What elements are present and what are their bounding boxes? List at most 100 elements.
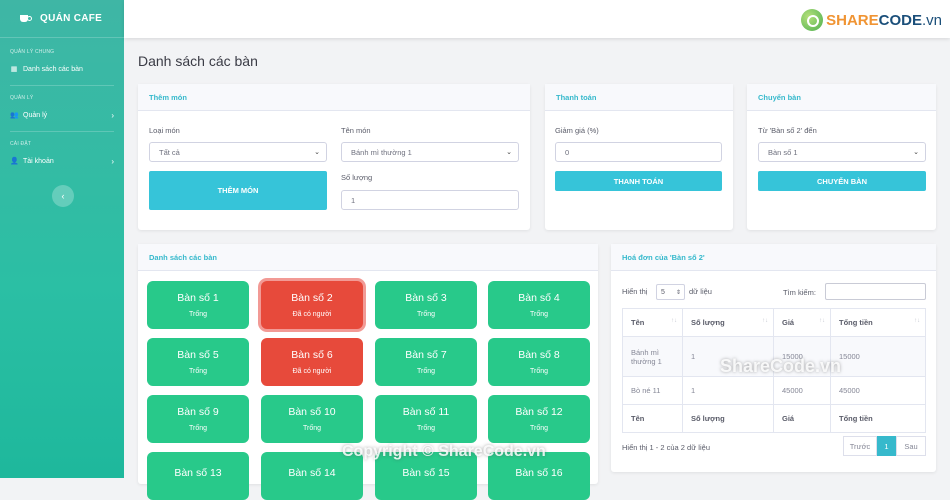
table-button[interactable]: Bàn số 9 Trống xyxy=(147,395,249,443)
logo-icon xyxy=(801,9,824,31)
search-input[interactable] xyxy=(825,283,926,300)
watermark-center: ShareCode.vn xyxy=(720,356,842,376)
table-status: Trống xyxy=(302,425,322,432)
table-name: Bàn số 12 xyxy=(515,406,563,418)
topbar: SHARE CODE .vn xyxy=(124,0,950,38)
sidebar: QUÁN CAFE QUẢN LÝ CHUNG ▦ Danh sách các b… xyxy=(0,0,124,478)
table-name: Bàn số 2 xyxy=(291,292,333,304)
sort-icon: ↑↓ xyxy=(762,318,768,324)
page-title: Danh sách các bàn xyxy=(138,53,258,69)
table-button[interactable]: Bàn số 5 Trống xyxy=(147,338,249,386)
label-quantity: Số lượng xyxy=(341,173,373,182)
label-item-type: Loại món xyxy=(149,126,180,135)
add-item-button[interactable]: THÊM MÓN xyxy=(149,171,327,210)
table-status: Đã có người xyxy=(292,368,332,375)
cell-price: 45000 xyxy=(773,376,831,405)
card-title: Hoá đơn của 'Bàn số 2' xyxy=(611,244,936,271)
discount-input[interactable]: 0 xyxy=(555,142,722,162)
header-label: Tổng tiền xyxy=(839,318,873,327)
show-label: Hiển thị xyxy=(622,287,648,296)
table-button[interactable]: Bàn số 3 Trống xyxy=(375,281,477,329)
sharecode-logo: SHARE CODE .vn xyxy=(801,9,942,31)
card-title: Thanh toán xyxy=(545,84,733,111)
sidebar-toggle-button[interactable]: ‹ xyxy=(52,185,74,207)
chevron-right-icon: › xyxy=(111,156,114,166)
table-button[interactable]: Bàn số 11 Trống xyxy=(375,395,477,443)
table-button[interactable]: Bàn số 7 Trống xyxy=(375,338,477,386)
table-status: Đã có người xyxy=(292,311,332,318)
users-icon: 👥 xyxy=(10,112,19,119)
table-name: Bàn số 1 xyxy=(177,292,219,304)
section-label-manage: QUẢN LÝ xyxy=(10,95,34,101)
section-label-general: QUẢN LÝ CHUNG xyxy=(10,49,55,55)
chevron-updown-icon: ⇕ xyxy=(675,289,681,296)
brand-label: QUÁN CAFE xyxy=(40,13,103,24)
table-name: Bàn số 4 xyxy=(518,292,560,304)
table-icon: ▦ xyxy=(10,66,18,73)
cell-name: Bò né 11 xyxy=(622,376,683,405)
table-name: Bàn số 10 xyxy=(288,406,336,418)
sidebar-item-label: Tài khoản xyxy=(23,157,54,165)
table-button[interactable]: Bàn số 10 Trống xyxy=(261,395,363,443)
table-button[interactable]: Bàn số 12 Trống xyxy=(488,395,590,443)
search-label: Tìm kiếm: xyxy=(783,288,816,297)
cell-total: 45000 xyxy=(830,376,926,405)
label-move-from: Từ 'Bàn số 2' đến xyxy=(758,126,817,135)
logo-text-tld: .vn xyxy=(921,11,942,29)
table-button[interactable]: Bàn số 8 Trống xyxy=(488,338,590,386)
label-discount: Giảm giá (%) xyxy=(555,126,599,135)
table-status: Trống xyxy=(188,368,208,375)
select-value: Bàn số 1 xyxy=(768,147,798,157)
section-label-settings: CÀI ĐẶT xyxy=(10,141,32,147)
footer-qty: Số lượng xyxy=(682,404,774,433)
footer-price: Giá xyxy=(773,404,831,433)
quantity-input[interactable]: 1 xyxy=(341,190,519,210)
select-value: Bánh mì thường 1 xyxy=(351,147,412,157)
table-button[interactable]: Bàn số 2 Đã có người xyxy=(261,281,363,329)
table-status: Trống xyxy=(416,311,436,318)
chevron-left-icon: ‹ xyxy=(61,191,65,201)
table-name: Bàn số 13 xyxy=(174,466,222,479)
table-name: Bàn số 5 xyxy=(177,349,219,361)
item-type-select[interactable]: Tất cả ⌄ xyxy=(149,142,327,162)
brand[interactable]: QUÁN CAFE xyxy=(0,0,124,38)
item-name-select[interactable]: Bánh mì thường 1 ⌄ xyxy=(341,142,519,162)
table-button[interactable]: Bàn số 6 Đã có người xyxy=(261,338,363,386)
sort-icon: ↑↓ xyxy=(671,318,677,324)
page-length-select[interactable]: 5 ⇕ xyxy=(656,284,685,300)
table-status: Trống xyxy=(188,425,208,432)
column-header-price[interactable]: Giá ↑↓ xyxy=(773,308,831,337)
table-button[interactable]: Bàn số 13 xyxy=(147,452,249,500)
table-button[interactable]: Bàn số 4 Trống xyxy=(488,281,590,329)
prev-page-button[interactable]: Trước xyxy=(843,436,877,456)
column-header-qty[interactable]: Số lượng ↑↓ xyxy=(682,308,774,337)
move-table-button[interactable]: CHUYỂN BÀN xyxy=(758,171,926,191)
records-label: dữ liệu xyxy=(689,287,712,296)
pagination-info: Hiển thị 1 - 2 của 2 dữ liệu xyxy=(622,443,710,452)
table-name: Bàn số 11 xyxy=(402,406,450,418)
table-name: Bàn số 9 xyxy=(177,406,219,418)
sidebar-item-account[interactable]: 👤 Tài khoản › xyxy=(0,152,124,170)
chevron-down-icon: ⌄ xyxy=(913,149,919,156)
table-status: Trống xyxy=(416,425,436,432)
sidebar-item-manage[interactable]: 👥 Quản lý › xyxy=(0,106,124,124)
target-table-select[interactable]: Bàn số 1 ⌄ xyxy=(758,142,926,162)
table-button[interactable]: Bàn số 1 Trống xyxy=(147,281,249,329)
table-status: Trống xyxy=(529,368,549,375)
page-1-button[interactable]: 1 xyxy=(877,436,896,456)
header-label: Giá xyxy=(782,318,795,327)
pay-button[interactable]: THANH TOÁN xyxy=(555,171,722,191)
column-header-total[interactable]: Tổng tiền ↑↓ xyxy=(830,308,926,337)
next-page-button[interactable]: Sau xyxy=(896,436,926,456)
card-title: Thêm món xyxy=(138,84,530,111)
header-label: Tên xyxy=(631,318,645,327)
user-icon: 👤 xyxy=(10,158,19,165)
table-name: Bàn số 15 xyxy=(402,466,450,479)
column-header-name[interactable]: Tên ↑↓ xyxy=(622,308,683,337)
chevron-down-icon: ⌄ xyxy=(506,149,512,156)
watermark-bottom: Copyright © ShareCode.vn xyxy=(342,443,546,460)
footer-total: Tổng tiền xyxy=(830,404,926,433)
table-name: Bàn số 7 xyxy=(405,349,447,361)
sidebar-item-tables[interactable]: ▦ Danh sách các bàn xyxy=(0,60,124,78)
header-label: Số lượng xyxy=(691,318,725,327)
